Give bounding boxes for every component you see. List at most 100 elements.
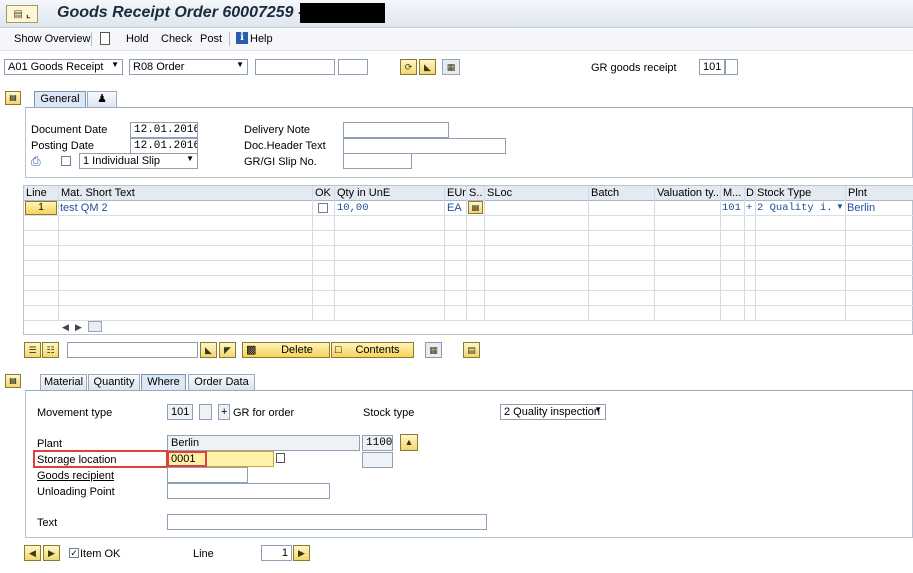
column-header-line[interactable]: Line	[26, 187, 56, 199]
column-header-ok[interactable]: OK	[315, 187, 335, 199]
item-ok-footer-checkbox[interactable]: ✓	[69, 548, 79, 558]
column-header-mat-short-text[interactable]: Mat. Short Text	[61, 187, 311, 199]
reference-select[interactable]: R08 Order ▼	[129, 59, 248, 75]
execute-icon[interactable]: ⟳	[400, 59, 417, 75]
delivery-note-input[interactable]	[343, 122, 449, 138]
collapse-header-icon[interactable]: ▤	[5, 91, 21, 105]
hold-button[interactable]: Hold	[126, 33, 149, 45]
check-button[interactable]: Check	[161, 33, 192, 45]
item-ok-checkbox[interactable]	[318, 203, 328, 213]
column-header-stock-type[interactable]: Stock Type	[757, 187, 845, 199]
reference-item-input[interactable]	[338, 59, 368, 75]
movement-type-label: Movement type	[37, 407, 113, 419]
goods-recipient-input[interactable]	[167, 467, 248, 483]
help-icon[interactable]: i	[236, 32, 248, 44]
row-divider	[24, 215, 913, 216]
value-help-icon[interactable]	[276, 453, 285, 463]
tab-order-data[interactable]: Order Data	[188, 374, 255, 390]
find-icon[interactable]: ◣	[200, 342, 217, 358]
chevron-down-icon: ▼	[111, 60, 119, 69]
tab-general[interactable]: General	[34, 91, 86, 107]
horizontal-scrollbar[interactable]	[88, 321, 102, 332]
cell-qty[interactable]: 10,00	[337, 202, 369, 214]
slip-select[interactable]: 1 Individual Slip ▼	[79, 153, 198, 169]
delete-button-label: Delete	[281, 344, 313, 356]
plant-code-field: 1100	[362, 435, 393, 451]
scroll-right-icon[interactable]: ▶	[75, 322, 82, 333]
go-to-line-icon[interactable]: ▶	[293, 545, 310, 561]
doc-header-text-input[interactable]	[343, 138, 506, 154]
chevron-down-icon: ▼	[186, 154, 194, 163]
find-next-icon[interactable]: ◤	[219, 342, 236, 358]
delete-button[interactable]: ▩ Delete	[242, 342, 330, 358]
slip-value: 1 Individual Slip	[83, 155, 161, 167]
reference-number-input[interactable]	[255, 59, 335, 75]
toolbar-separator	[229, 32, 230, 46]
gr-for-order-text: GR for order	[233, 407, 295, 419]
column-header-plnt[interactable]: Plnt	[848, 187, 908, 199]
movement-type-input: 101	[167, 404, 193, 420]
post-button[interactable]: Post	[200, 33, 222, 45]
trash-icon: ▩	[246, 344, 257, 356]
deselect-all-icon[interactable]: ☷	[42, 342, 59, 358]
window-menu-icon[interactable]: ▤ ⌞	[6, 5, 38, 23]
delivery-note-label: Delivery Note	[244, 124, 311, 136]
document-date-input[interactable]: 12.01.2016	[130, 122, 198, 138]
item-text-input[interactable]	[167, 514, 487, 530]
collapse-detail-icon[interactable]: ▤	[5, 374, 21, 388]
scroll-left-icon[interactable]: ◀	[62, 322, 69, 333]
page-title: Goods Receipt Order 60007259 -	[57, 4, 304, 21]
storage-location-value[interactable]: 0001	[167, 451, 207, 467]
stock-type-select[interactable]: 2 Quality inspection ▼	[500, 404, 606, 420]
posting-date-label: Posting Date	[31, 140, 94, 152]
help-button[interactable]: Help	[250, 33, 273, 45]
document-icon: □	[335, 344, 342, 356]
redacted-area	[300, 3, 385, 23]
tab-partner[interactable]: ♟	[87, 91, 117, 107]
row-line-number[interactable]: 1	[25, 201, 57, 215]
cell-d[interactable]: +	[746, 202, 752, 214]
plant-overview-icon[interactable]: ▲	[400, 434, 418, 451]
table-search-input[interactable]	[67, 342, 198, 358]
transaction-select[interactable]: A01 Goods Receipt ▼	[4, 59, 123, 75]
contents-button[interactable]: □ Contents	[331, 342, 414, 358]
posting-date-input[interactable]: 12.01.2016	[130, 138, 198, 154]
column-header-qty[interactable]: Qty in UnE	[337, 187, 442, 199]
column-header-s[interactable]: S..	[469, 187, 485, 199]
next-item-icon[interactable]: ▶	[43, 545, 60, 561]
cell-stock-type[interactable]: 2 Quality i.	[757, 202, 833, 214]
layout-icon[interactable]: ▦	[425, 342, 442, 358]
column-header-valuation-type[interactable]: Valuation ty...	[657, 187, 721, 199]
cell-movement[interactable]: 101	[722, 202, 741, 214]
column-header-sloc[interactable]: SLoc	[487, 187, 582, 199]
print-checkbox[interactable]	[61, 156, 71, 166]
row-divider	[24, 275, 913, 276]
chevron-down-icon[interactable]: ▼	[836, 202, 844, 211]
movement-type-header-input[interactable]: 101	[699, 59, 725, 75]
cell-eun[interactable]: EA	[447, 202, 462, 214]
transaction-value: A01 Goods Receipt	[8, 61, 104, 73]
movement-special-input[interactable]	[725, 59, 738, 75]
select-all-icon[interactable]: ☰	[24, 342, 41, 358]
row-divider	[24, 290, 913, 291]
previous-item-icon[interactable]: ◀	[24, 545, 41, 561]
tab-where[interactable]: Where	[141, 374, 186, 390]
cell-mat-short-text[interactable]: test QM 2	[60, 202, 108, 214]
column-header-eun[interactable]: EUn	[447, 187, 467, 199]
tab-material[interactable]: Material	[40, 374, 87, 390]
column-header-batch[interactable]: Batch	[591, 187, 651, 199]
cell-plnt[interactable]: Berlin	[847, 202, 875, 214]
tab-quantity[interactable]: Quantity	[88, 374, 140, 390]
new-document-icon[interactable]	[100, 32, 110, 45]
binoculars-icon[interactable]: ◣	[419, 59, 436, 75]
line-input[interactable]: 1	[261, 545, 292, 561]
show-overview-button[interactable]: Show Overview	[14, 33, 90, 45]
status-icon[interactable]: ▤	[468, 201, 483, 214]
grgi-slip-no-input[interactable]	[343, 153, 412, 169]
settings-icon[interactable]: ▤	[463, 342, 480, 358]
text-label: Text	[37, 517, 58, 529]
doc-header-text-label: Doc.Header Text	[244, 140, 326, 152]
unloading-point-input[interactable]	[167, 483, 330, 499]
column-header-movement[interactable]: M...	[723, 187, 745, 199]
grid-icon[interactable]: ▦	[442, 59, 460, 75]
